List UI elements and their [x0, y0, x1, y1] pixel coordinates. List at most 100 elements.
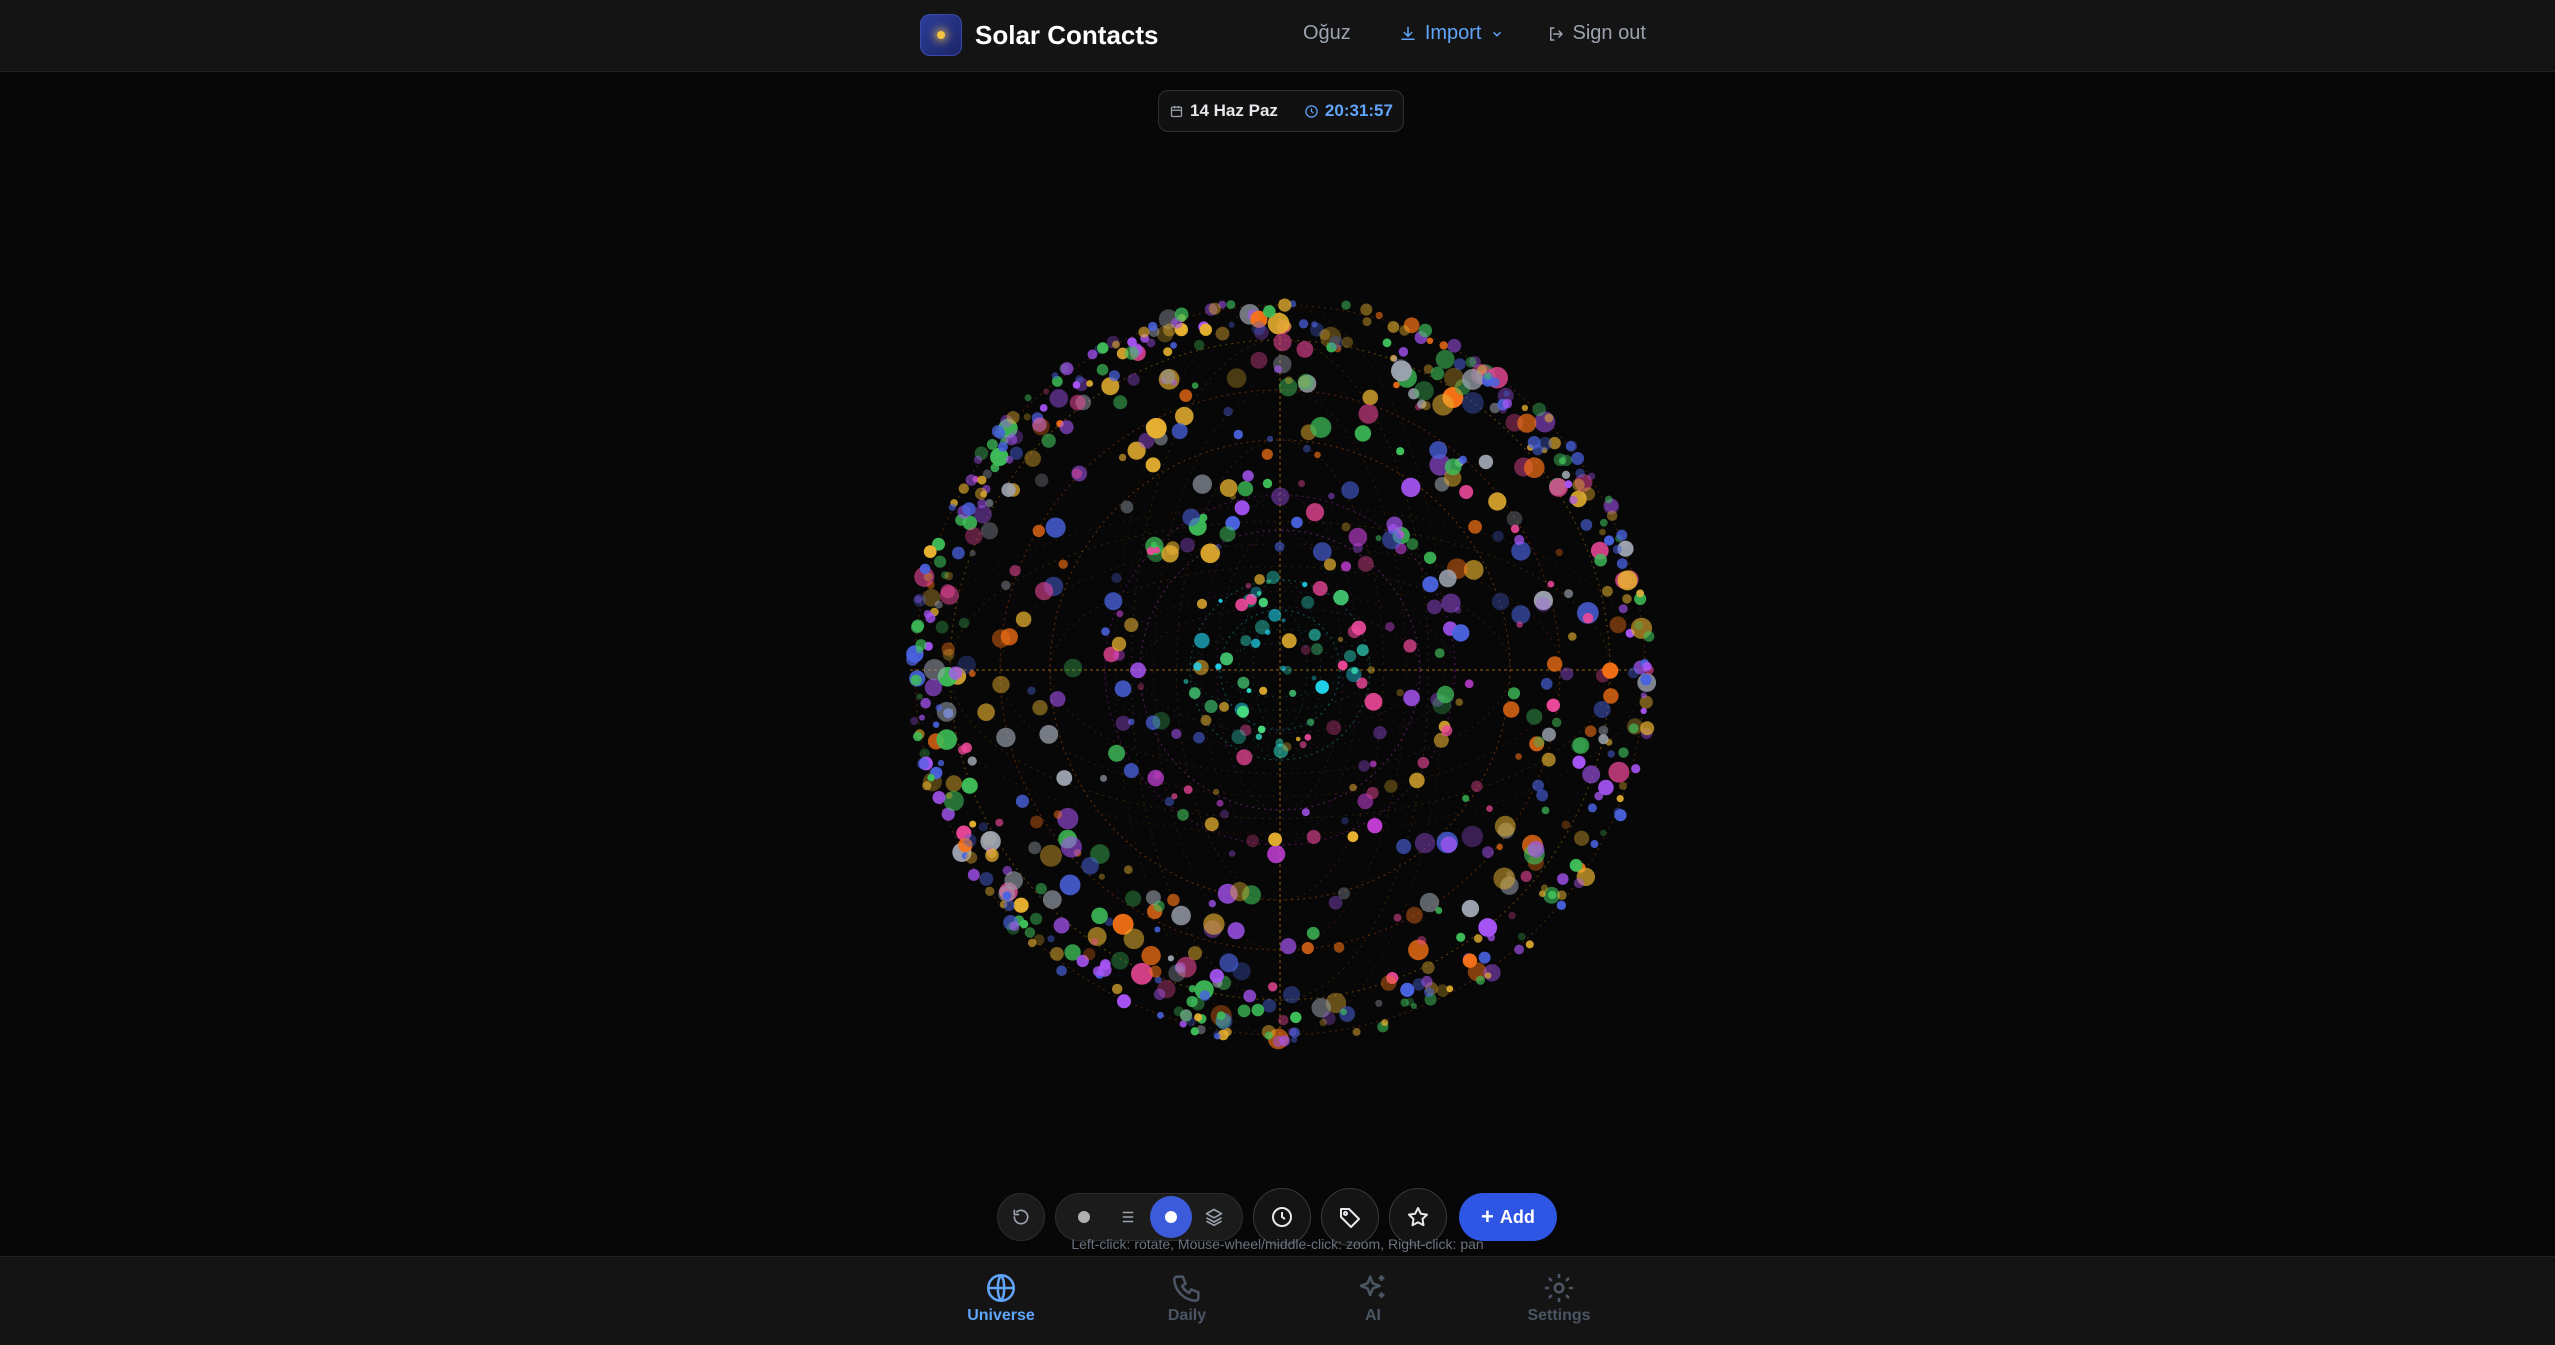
contact-node — [1009, 921, 1020, 931]
contact-node — [1527, 840, 1545, 858]
contact-node — [1251, 638, 1261, 648]
contact-node — [1257, 725, 1266, 734]
contact-node — [1171, 728, 1182, 739]
sign-out-button[interactable]: Sign out — [1547, 22, 1646, 45]
contact-node — [1494, 815, 1516, 837]
contact-node — [1603, 688, 1619, 704]
contact-node — [1488, 492, 1507, 511]
contact-node — [1179, 389, 1193, 402]
contact-node — [1226, 368, 1247, 388]
tab-universe[interactable]: Universe — [941, 1271, 1061, 1325]
dot-view-button[interactable] — [1062, 1197, 1106, 1237]
reset-view-button[interactable] — [997, 1193, 1045, 1241]
list-view-button[interactable] — [1106, 1197, 1150, 1237]
contact-node — [1482, 846, 1494, 859]
brand[interactable]: Solar Contacts — [920, 14, 1159, 56]
contact-node — [1228, 850, 1236, 857]
contact-node — [1104, 592, 1123, 611]
contact-node — [1373, 726, 1387, 740]
contact-node — [1619, 781, 1627, 790]
contact-node — [1561, 820, 1571, 830]
tab-settings[interactable]: Settings — [1499, 1271, 1619, 1325]
contact-node — [1124, 345, 1139, 360]
contact-node — [1111, 951, 1129, 970]
user-name[interactable]: Oğuz — [1303, 22, 1351, 45]
contact-node — [1311, 675, 1317, 681]
contact-node — [1113, 649, 1125, 661]
import-button[interactable]: Import — [1399, 22, 1512, 45]
contact-node — [1274, 365, 1282, 374]
contact-node — [1271, 487, 1290, 506]
contact-node — [1117, 994, 1131, 1009]
contact-node — [1521, 404, 1529, 412]
contact-node — [1289, 689, 1297, 697]
sphere-view-button[interactable] — [1150, 1196, 1192, 1238]
contact-node — [1400, 982, 1415, 998]
contact-node — [1569, 858, 1583, 872]
contact-node — [1487, 933, 1496, 942]
contact-node — [1609, 616, 1627, 634]
contact-node — [1032, 700, 1048, 716]
contact-node — [1237, 705, 1249, 718]
contact-node — [1642, 661, 1652, 672]
contact-node — [1243, 989, 1257, 1003]
contact-node — [1160, 369, 1176, 385]
contact-node — [1123, 763, 1139, 779]
contact-node — [1237, 481, 1254, 497]
contact-node — [962, 502, 976, 516]
contact-node — [1456, 932, 1466, 942]
contact-node — [1170, 342, 1177, 349]
contact-node — [996, 727, 1016, 748]
contact-node — [1571, 452, 1585, 465]
contact-node — [1453, 358, 1466, 370]
layers-button[interactable] — [1192, 1197, 1236, 1237]
contact-node — [1409, 772, 1425, 789]
contact-node — [1358, 760, 1370, 772]
contacts-universe-canvas[interactable] — [900, 290, 1660, 1050]
contact-node — [1581, 487, 1596, 501]
contact-node — [1032, 524, 1045, 538]
contact-node — [1127, 373, 1140, 386]
contact-node — [1435, 349, 1455, 369]
top-header: Solar Contacts Oğuz Import Sign out — [0, 0, 2555, 72]
contact-node — [1108, 370, 1120, 382]
contact-node — [920, 697, 931, 709]
contact-node — [1266, 570, 1280, 585]
contact-node — [1296, 341, 1314, 358]
contact-node — [1398, 347, 1409, 357]
contact-node — [1112, 983, 1123, 995]
contact-node — [1511, 605, 1531, 624]
contact-node — [1639, 695, 1653, 709]
contact-node — [1329, 335, 1343, 350]
contact-node — [1333, 589, 1349, 606]
contact-node — [1146, 417, 1167, 439]
contact-node — [1312, 542, 1332, 561]
contact-node — [1432, 394, 1454, 416]
tab-daily[interactable]: Daily — [1127, 1271, 1247, 1325]
contact-node — [1312, 581, 1328, 596]
contact-node — [1484, 372, 1492, 380]
contact-node — [1417, 756, 1430, 769]
contact-node — [1265, 629, 1271, 635]
contact-node — [1337, 636, 1344, 643]
contact-node — [1541, 806, 1550, 815]
contact-node — [1240, 635, 1252, 647]
add-contact-button[interactable]: + Add — [1459, 1193, 1557, 1241]
contact-node — [927, 774, 935, 782]
calendar-icon — [1170, 105, 1183, 117]
contact-node — [1613, 807, 1623, 817]
contact-node — [1223, 406, 1233, 417]
contact-node — [1533, 736, 1545, 748]
contact-node — [1204, 699, 1218, 713]
contact-node — [1599, 528, 1606, 536]
contact-node — [1393, 913, 1402, 922]
controls-hint: Left-click: rotate, Mouse-wheel/middle-c… — [1071, 1236, 1484, 1252]
contact-node — [1607, 750, 1615, 758]
contact-node — [1555, 548, 1563, 557]
contact-node — [1219, 701, 1230, 712]
contact-node — [1183, 679, 1189, 684]
contact-node — [1627, 667, 1639, 679]
contact-node — [977, 703, 995, 721]
tab-ai[interactable]: AI — [1313, 1271, 1433, 1325]
contact-node — [1640, 707, 1647, 715]
